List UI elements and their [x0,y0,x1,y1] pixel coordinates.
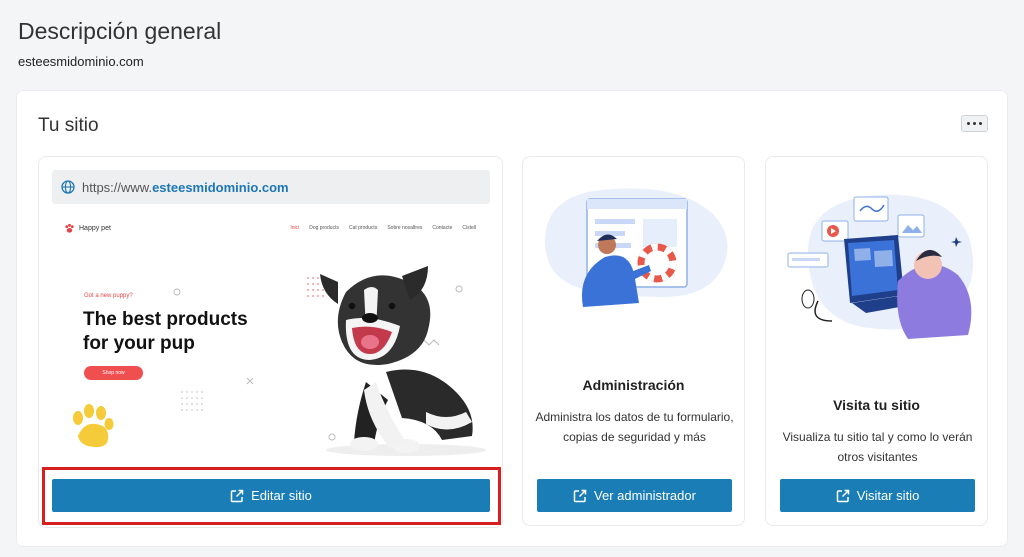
preview-shop-button: Shop now [84,366,143,380]
edit-site-button[interactable]: Editar sitio [52,479,490,512]
website-preview: Happy pet Inici Dog products Cat product… [52,212,490,462]
visit-title: Visita tu sitio [833,397,920,413]
external-link-icon [836,489,849,502]
puppy-image [320,266,486,456]
url-domain: esteesmidominio.com [152,179,289,195]
preview-headline-line: for your pup [83,333,195,354]
globe-icon [61,180,75,194]
preview-tagline: Got a new puppy? [84,293,133,299]
page-title: Descripción general [18,18,222,44]
visit-description: Visualiza tu sitio tal y como lo verán o… [782,430,973,464]
visit-site-illustration [787,194,974,339]
dot-icon [973,122,976,125]
url-bar: https://www. esteesmidominio.com [52,170,490,204]
site-domain: esteesmidominio.com [18,54,144,69]
dot-icon [967,122,970,125]
visit-site-button[interactable]: Visitar sitio [780,479,975,512]
url-prefix: https://www. [82,179,153,195]
edit-site-label: Editar sitio [251,488,312,503]
admin-description: Administra los datos de tu formulario, c… [535,410,734,444]
admin-title: Administración [582,377,685,393]
external-link-icon [230,489,244,502]
view-admin-label: Ver administrador [594,488,696,503]
visit-site-card: Visita tu sitio Visualiza tu sitio tal y… [765,156,988,526]
site-panel: Tu sitio https://www. esteesmidominio.com… [17,91,1007,546]
more-options-button[interactable] [961,115,988,132]
panel-title: Tu sitio [38,115,99,136]
external-link-icon [573,489,587,502]
view-admin-button[interactable]: Ver administrador [537,479,732,512]
preview-headline-line: The best products [83,309,248,330]
dot-icon [979,122,982,125]
preview-headline: The best products for your pup [83,308,248,356]
admin-card: Administración Administra los datos de t… [522,156,745,526]
visit-site-label: Visitar sitio [856,488,920,503]
site-preview-card: https://www. esteesmidominio.com Happy pe… [38,156,503,528]
admin-illustration [545,188,728,307]
paw-print-icon [73,404,114,448]
